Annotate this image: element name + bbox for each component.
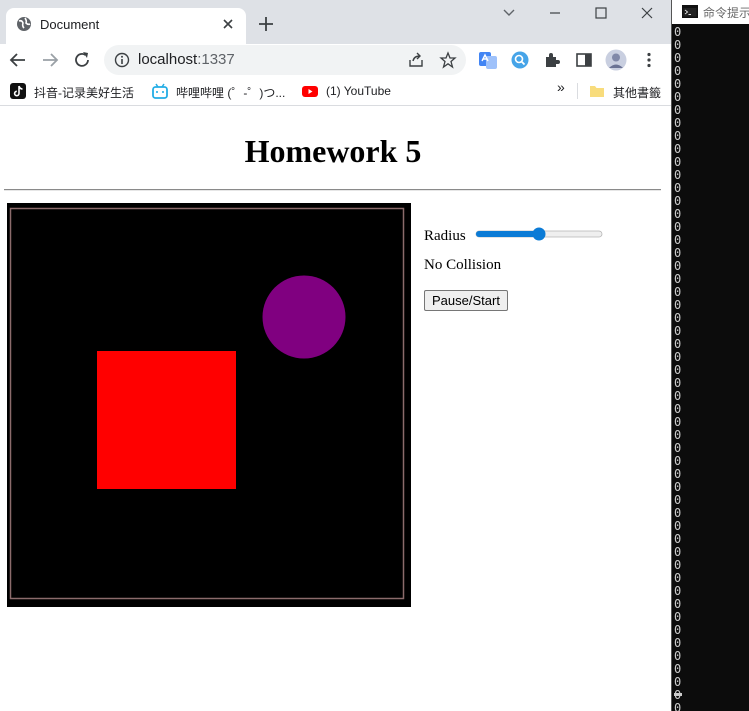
collision-status: No Collision <box>424 257 502 273</box>
red-square <box>97 351 236 489</box>
bookmark-label: (1) YouTube <box>326 84 391 98</box>
extensions-icon[interactable] <box>542 50 562 70</box>
horizontal-rule <box>4 189 661 191</box>
bookmarks-bar: 抖音-记录美好生活 哔哩哔哩 (゜-゜)つ... (1) YouTube » 其… <box>0 76 671 106</box>
bookmark-label: 其他書籤 <box>613 86 662 100</box>
bookmark-other[interactable]: 其他書籤 <box>589 81 669 101</box>
folder-icon <box>590 86 604 97</box>
console-titlebar: 命令提示 <box>672 0 749 24</box>
close-tab-icon[interactable] <box>220 16 236 32</box>
scene-canvas[interactable] <box>7 203 411 607</box>
close-window-icon[interactable] <box>636 4 658 22</box>
console-cursor <box>674 693 682 696</box>
avatar[interactable] <box>605 49 627 71</box>
bookmark-label: 哔哩哔哩 (゜-゜)つ... <box>176 86 286 100</box>
bookmark-bilibili[interactable]: 哔哩哔哩 (゜-゜)つ... <box>152 81 292 101</box>
youtube-icon <box>302 86 318 97</box>
terminal-icon <box>682 5 698 18</box>
url-text: localhost:1337 <box>138 51 235 68</box>
pause-start-button[interactable]: Pause/Start <box>424 290 508 311</box>
tab-strip: Document <box>0 0 671 44</box>
tab-title: Document <box>40 17 100 32</box>
radius-control: Radius <box>424 222 664 246</box>
browser-window: Document localhost:1337 抖音-记录美好生活 哔哩哔哩 (… <box>0 0 671 711</box>
url-host: localhost <box>138 51 198 68</box>
radius-label: Radius <box>424 228 466 244</box>
back-icon[interactable] <box>8 50 28 70</box>
slider-thumb[interactable] <box>532 227 546 241</box>
purple-circle <box>262 275 346 359</box>
console-window: 命令提示 00000000000000000000000000000000000… <box>671 0 749 711</box>
globe-icon <box>17 17 31 31</box>
page-content: Homework 5 Radius No Collision Pause/Sta… <box>0 107 671 711</box>
bookmark-youtube[interactable]: (1) YouTube <box>302 81 402 101</box>
radius-slider[interactable] <box>475 227 603 241</box>
new-tab-icon[interactable] <box>256 14 276 34</box>
bookmark-star-icon[interactable] <box>439 51 457 69</box>
scene-svg <box>7 203 411 607</box>
bookmarks-divider <box>577 83 578 99</box>
url-port: :1337 <box>197 51 235 68</box>
forward-icon[interactable] <box>40 50 60 70</box>
menu-icon[interactable] <box>639 50 659 70</box>
minimize-icon[interactable] <box>544 4 566 22</box>
info-icon[interactable] <box>114 52 130 68</box>
side-panel-icon[interactable] <box>574 50 594 70</box>
bookmark-label: 抖音-记录美好生活 <box>34 86 134 100</box>
console-output: 0000000000000000000000000000000000000000… <box>674 26 684 711</box>
search-extension-icon[interactable] <box>510 50 530 70</box>
tiktok-icon <box>10 83 26 99</box>
share-icon[interactable] <box>407 51 425 69</box>
console-title: 命令提示 <box>703 6 749 20</box>
browser-toolbar: localhost:1337 <box>0 44 671 76</box>
console-line: 0 <box>674 701 682 711</box>
address-bar[interactable]: localhost:1337 <box>104 45 466 75</box>
maximize-icon[interactable] <box>590 4 612 22</box>
reload-icon[interactable] <box>72 50 92 70</box>
translate-icon[interactable] <box>478 50 498 70</box>
bookmark-tiktok[interactable]: 抖音-记录美好生活 <box>10 81 140 101</box>
tab-document[interactable]: Document <box>6 8 246 44</box>
bilibili-icon <box>152 83 168 99</box>
page-title: Homework 5 <box>244 133 422 169</box>
tab-search-icon[interactable] <box>498 4 520 22</box>
bookmarks-overflow[interactable]: » <box>557 79 565 99</box>
